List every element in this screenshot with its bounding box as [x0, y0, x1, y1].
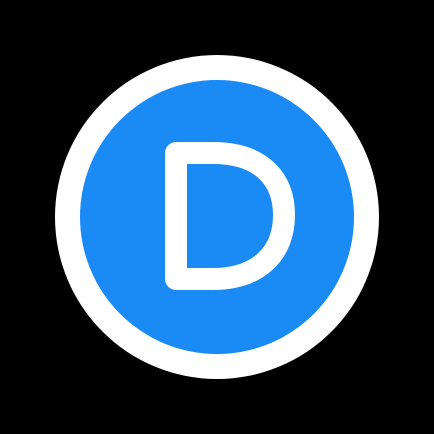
letter-d-glyph: [165, 142, 295, 290]
letter-d-logo-icon: [165, 142, 295, 290]
app-icon-canvas: [0, 0, 434, 434]
